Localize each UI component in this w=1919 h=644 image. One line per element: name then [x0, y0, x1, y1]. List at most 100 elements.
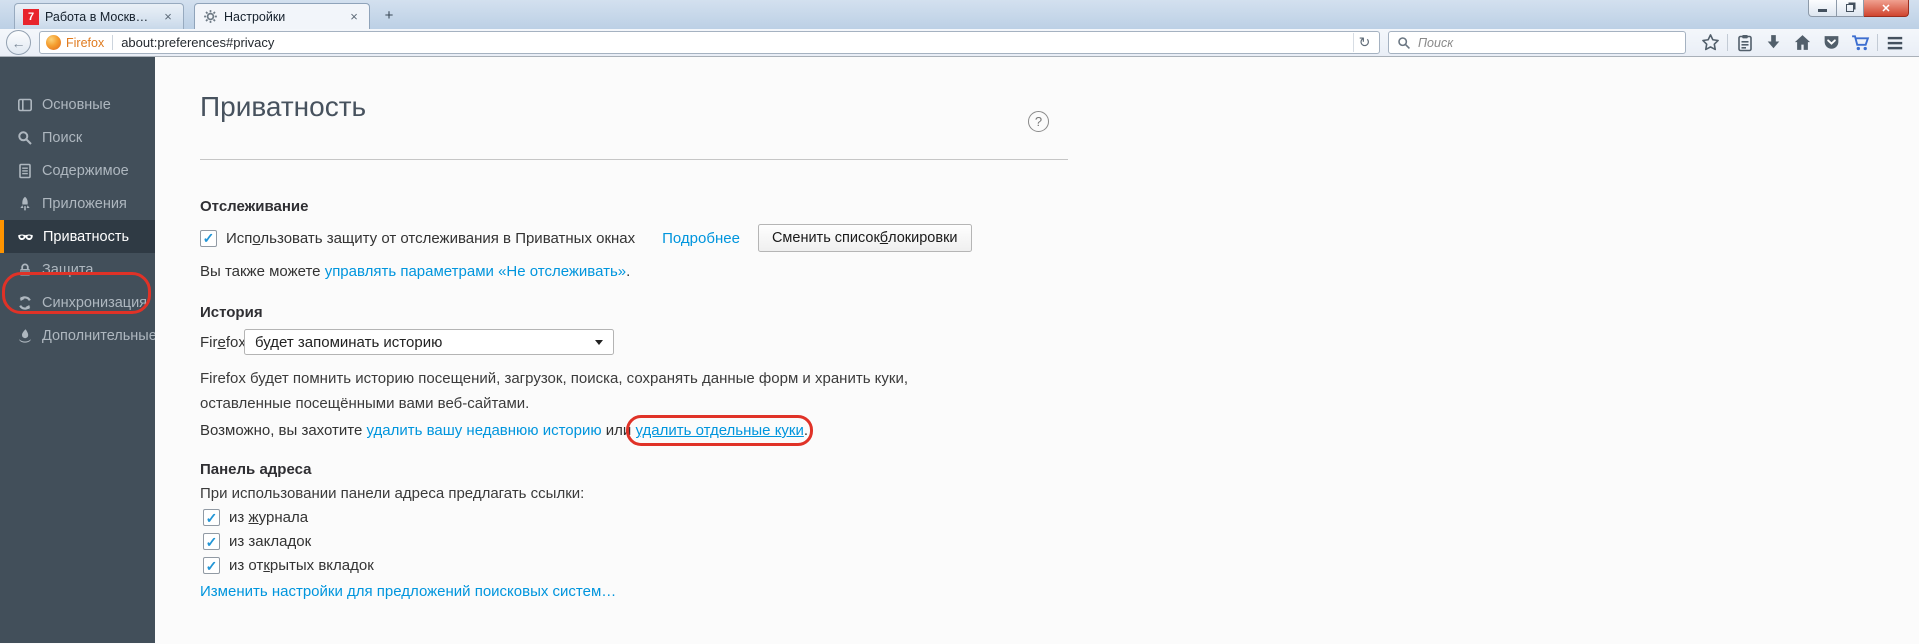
clear-history-line: Возможно, вы захотите удалить вашу недав…	[200, 415, 1068, 446]
sidebar-item-label: Приватность	[43, 228, 130, 245]
change-block-list-button[interactable]: Сменить список б локировки	[757, 224, 972, 252]
tab-settings[interactable]: Настройки	[194, 3, 370, 29]
sidebar-item-general[interactable]: Основные	[0, 88, 155, 121]
close-tab-icon[interactable]	[347, 10, 361, 24]
menu-hamburger-button[interactable]	[1880, 31, 1909, 55]
search-icon	[17, 130, 33, 146]
location-bar-heading: Панель адреса	[200, 461, 312, 478]
url-text[interactable]: about:preferences#privacy	[121, 35, 1353, 50]
red-7-favicon: 7	[23, 8, 39, 25]
tab-title: Работа в Москве - свежие...	[45, 9, 155, 24]
home-button[interactable]	[1788, 31, 1817, 55]
close-tab-icon[interactable]	[161, 10, 175, 24]
pocket-button[interactable]	[1817, 31, 1846, 55]
privacy-mask-icon	[17, 229, 34, 245]
help-button[interactable]: ?	[1028, 111, 1049, 132]
firefox-label: Firefox	[66, 35, 105, 50]
search-suggestions-settings-link[interactable]: Изменить настройки для предложений поиск…	[200, 583, 616, 600]
sidebar-item-label: Основные	[42, 96, 111, 113]
browser-window: 7 Работа в Москве - свежие... Настройки	[0, 0, 1919, 644]
suggest-tabs-checkbox[interactable]	[203, 557, 220, 574]
sidebar-item-label: Содержимое	[42, 162, 129, 179]
minimize-icon	[1818, 9, 1827, 12]
firefox-will-label: Firefox:	[200, 333, 251, 351]
tab-bar: 7 Работа в Москве - свежие... Настройки	[0, 0, 1919, 29]
toolbar-buttons	[1696, 31, 1909, 55]
minimize-button[interactable]	[1808, 0, 1837, 17]
sidebar-item-privacy[interactable]: Приватность	[0, 220, 155, 253]
sidebar-item-content[interactable]: Содержимое	[0, 154, 155, 187]
sidebar-item-label: Приложения	[42, 195, 127, 212]
url-separator	[112, 35, 114, 50]
close-icon	[1881, 2, 1890, 15]
rocket-icon	[17, 196, 33, 212]
history-mode-row: Firefox: будет запоминать историю	[200, 329, 1068, 355]
manage-dnt-link[interactable]: управлять параметрами «Не отслеживать»	[325, 263, 626, 280]
navigation-toolbar: Firefox about:preferences#privacy Поиск	[0, 29, 1919, 57]
chevron-down-icon	[595, 339, 603, 345]
tracking-protection-checkbox[interactable]	[200, 229, 217, 247]
suggest-bookmarks-row: из закладок	[203, 533, 1068, 550]
sidebar-item-search[interactable]: Поиск	[0, 121, 155, 154]
history-description: Firefox будет помнить историю посещений,…	[200, 370, 909, 412]
bookmark-star-button[interactable]	[1696, 31, 1725, 55]
search-icon	[1397, 36, 1411, 50]
window-controls	[1808, 0, 1909, 17]
sidebar-item-label: Дополнительные	[42, 327, 157, 344]
url-bar[interactable]: Firefox about:preferences#privacy	[39, 31, 1380, 54]
suggest-history-checkbox[interactable]	[203, 509, 220, 526]
tab-title: Настройки	[224, 9, 286, 24]
suggest-tabs-label: из открытых вкладок	[229, 557, 374, 574]
dnt-note: Вы также можете управлять параметрами «Н…	[200, 263, 631, 280]
location-bar-intro: При использовании панели адреса предлага…	[200, 485, 585, 502]
tab-rabota-v-moskve[interactable]: 7 Работа в Москве - свежие...	[14, 3, 184, 29]
restore-button[interactable]	[1837, 0, 1864, 17]
search-bar[interactable]: Поиск	[1388, 31, 1686, 54]
dropdown-selected-value: будет запоминать историю	[255, 333, 443, 351]
new-tab-button[interactable]	[376, 7, 402, 27]
toolbar-separator	[1877, 34, 1878, 51]
page-title: Приватность	[200, 91, 367, 122]
clear-recent-history-link[interactable]: удалить вашу недавнюю историю	[366, 422, 601, 439]
sidebar-item-applications[interactable]: Приложения	[0, 187, 155, 220]
sidebar-item-label: Поиск	[42, 129, 83, 146]
back-button[interactable]	[6, 30, 31, 55]
preferences-content: Приватность ? Отслеживание Использовать …	[155, 57, 1919, 643]
sidebar-item-sync[interactable]: Синхронизация	[0, 286, 155, 319]
sync-icon	[17, 295, 33, 311]
security-lock-icon	[17, 262, 33, 278]
reload-button[interactable]	[1353, 33, 1375, 52]
suggest-tabs-row: из открытых вкладок	[203, 557, 1068, 574]
tracking-heading: Отслеживание	[200, 198, 309, 215]
sidebar-item-label: Синхронизация	[42, 294, 148, 311]
advanced-icon	[17, 328, 33, 344]
close-window-button[interactable]	[1864, 0, 1909, 17]
bookmarks-menu-button[interactable]	[1730, 31, 1759, 55]
restore-icon	[1846, 4, 1854, 12]
general-icon	[17, 97, 33, 113]
suggest-bookmarks-checkbox[interactable]	[203, 533, 220, 550]
tracking-row: Использовать защиту от отслеживания в Пр…	[200, 224, 1068, 252]
learn-more-link[interactable]: Подробнее	[662, 230, 740, 247]
downloads-button[interactable]	[1759, 31, 1788, 55]
remove-individual-cookies-link[interactable]: удалить отдельные куки	[635, 422, 803, 439]
cart-extension-button[interactable]	[1846, 31, 1875, 55]
history-mode-dropdown[interactable]: будет запоминать историю	[244, 329, 614, 355]
content-document-icon	[17, 163, 33, 179]
tracking-checkbox-label: Использовать защиту от отслеживания в Пр…	[226, 229, 636, 247]
history-heading: История	[200, 304, 263, 321]
sidebar-item-advanced[interactable]: Дополнительные	[0, 319, 157, 352]
main-area: Основные Поиск Содержимое Приложения При…	[0, 57, 1919, 643]
search-placeholder: Поиск	[1418, 35, 1454, 50]
suggest-bookmarks-label: из закладок	[229, 533, 312, 550]
firefox-icon	[46, 35, 61, 50]
sidebar-item-security[interactable]: Защита	[0, 253, 155, 286]
sidebar-item-label: Защита	[42, 261, 94, 278]
toolbar-separator	[1727, 34, 1728, 51]
gear-icon	[203, 9, 218, 24]
preferences-sidebar: Основные Поиск Содержимое Приложения При…	[0, 57, 157, 643]
annotated-link-wrap: удалить отдельные куки	[626, 415, 813, 446]
title-divider	[200, 159, 1068, 160]
suggest-history-label: из журнала	[229, 509, 309, 526]
suggest-history-row: из журнала	[203, 509, 1068, 526]
